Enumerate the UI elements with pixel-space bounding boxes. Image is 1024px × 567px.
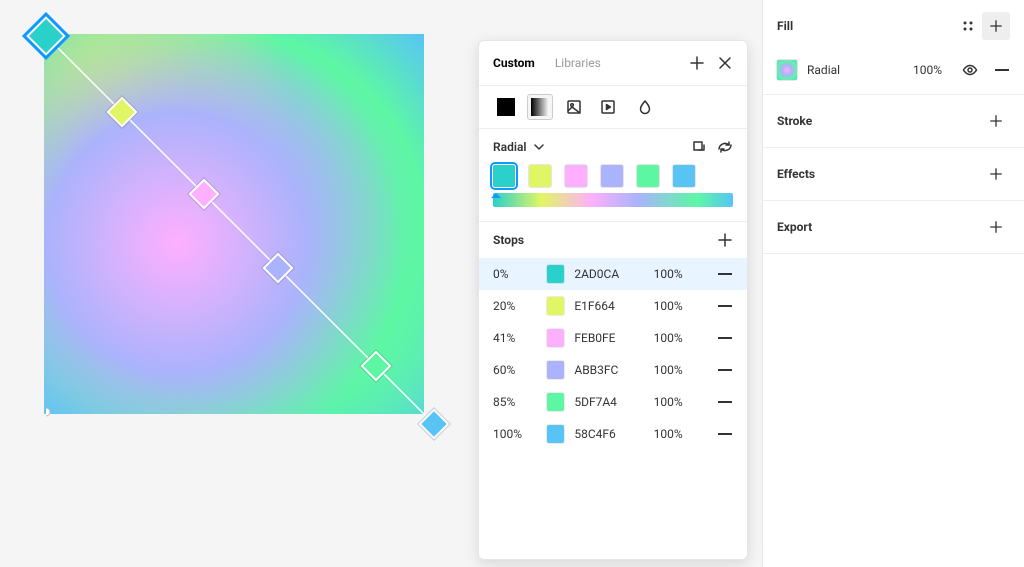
stop-row-2[interactable]: 41% FEB0FE 100% bbox=[479, 322, 747, 354]
color-panel: Custom Libraries Radial Stops bbox=[478, 40, 748, 560]
stop-position[interactable]: 0% bbox=[493, 267, 537, 281]
stop-opacity[interactable]: 100% bbox=[654, 299, 698, 313]
stop-position[interactable]: 85% bbox=[493, 395, 537, 409]
stop-position[interactable]: 100% bbox=[493, 427, 537, 441]
gradient-icon bbox=[531, 98, 549, 116]
swatch-4[interactable] bbox=[637, 165, 659, 187]
canvas[interactable] bbox=[28, 22, 468, 462]
tab-libraries[interactable]: Libraries bbox=[555, 56, 601, 70]
gradient-strip[interactable] bbox=[493, 193, 733, 207]
stop-position[interactable]: 41% bbox=[493, 331, 537, 345]
stop-row-5[interactable]: 100% 58C4F6 100% bbox=[479, 418, 747, 450]
add-export-button[interactable] bbox=[982, 213, 1010, 241]
stop-hex[interactable]: E1F664 bbox=[574, 299, 643, 313]
visibility-icon[interactable] bbox=[962, 62, 978, 78]
add-fill-button[interactable] bbox=[982, 12, 1010, 40]
stop-swatches bbox=[493, 165, 733, 187]
stop-hex[interactable]: ABB3FC bbox=[574, 363, 643, 377]
stop-position[interactable]: 20% bbox=[493, 299, 537, 313]
stops-title: Stops bbox=[493, 233, 524, 247]
stop-color-chip[interactable] bbox=[547, 329, 565, 347]
fill-opacity[interactable]: 100% bbox=[913, 63, 942, 77]
stop-color-chip[interactable] bbox=[547, 265, 565, 283]
remove-stop-button[interactable] bbox=[717, 330, 733, 346]
swatch-5[interactable] bbox=[673, 165, 695, 187]
stop-hex[interactable]: 5DF7A4 bbox=[574, 395, 643, 409]
add-stop-button[interactable] bbox=[717, 232, 733, 248]
video-icon bbox=[600, 99, 616, 115]
stop-opacity[interactable]: 100% bbox=[654, 267, 698, 281]
blend-mode-icon[interactable] bbox=[637, 99, 653, 115]
gradient-type-label: Radial bbox=[493, 140, 527, 154]
style-picker-icon[interactable] bbox=[954, 12, 982, 40]
paint-type-row bbox=[479, 85, 747, 129]
gradient-type-dropdown[interactable]: Radial bbox=[493, 139, 547, 155]
stop-row-3[interactable]: 60% ABB3FC 100% bbox=[479, 354, 747, 386]
gradient-shape[interactable] bbox=[44, 34, 424, 414]
flip-icon[interactable] bbox=[717, 139, 733, 155]
image-icon bbox=[566, 99, 582, 115]
panel-header: Custom Libraries bbox=[479, 41, 747, 85]
fill-row[interactable]: Radial 100% bbox=[763, 52, 1024, 94]
stop-opacity[interactable]: 100% bbox=[654, 427, 698, 441]
chevron-down-icon bbox=[531, 139, 547, 155]
add-stroke-button[interactable] bbox=[982, 107, 1010, 135]
rotate-icon[interactable] bbox=[691, 139, 707, 155]
remove-stop-button[interactable] bbox=[717, 426, 733, 442]
paint-video-button[interactable] bbox=[595, 94, 621, 120]
stop-row-4[interactable]: 85% 5DF7A4 100% bbox=[479, 386, 747, 418]
paint-image-button[interactable] bbox=[561, 94, 587, 120]
fill-title: Fill bbox=[777, 19, 793, 33]
stop-hex[interactable]: 58C4F6 bbox=[574, 427, 643, 441]
stop-row-1[interactable]: 20% E1F664 100% bbox=[479, 290, 747, 322]
paint-gradient-button[interactable] bbox=[527, 94, 553, 120]
solid-icon bbox=[497, 98, 515, 116]
add-effect-button[interactable] bbox=[982, 160, 1010, 188]
stop-color-chip[interactable] bbox=[547, 361, 565, 379]
remove-fill-button[interactable] bbox=[994, 62, 1010, 78]
swatch-1[interactable] bbox=[529, 165, 551, 187]
stop-row-0[interactable]: 0% 2AD0CA 100% bbox=[479, 258, 747, 290]
stop-opacity[interactable]: 100% bbox=[654, 395, 698, 409]
remove-stop-button[interactable] bbox=[717, 362, 733, 378]
plus-icon[interactable] bbox=[689, 55, 705, 71]
stroke-title: Stroke bbox=[777, 114, 812, 128]
stop-color-chip[interactable] bbox=[547, 297, 565, 315]
fill-type-label: Radial bbox=[807, 63, 840, 77]
stop-hex[interactable]: FEB0FE bbox=[574, 331, 643, 345]
paint-solid-button[interactable] bbox=[493, 94, 519, 120]
stop-color-chip[interactable] bbox=[547, 425, 565, 443]
stop-hex[interactable]: 2AD0CA bbox=[574, 267, 643, 281]
effects-title: Effects bbox=[777, 167, 815, 181]
swatch-0[interactable] bbox=[493, 165, 515, 187]
remove-stop-button[interactable] bbox=[717, 266, 733, 282]
tab-custom[interactable]: Custom bbox=[493, 56, 535, 70]
stop-color-chip[interactable] bbox=[547, 393, 565, 411]
swatch-2[interactable] bbox=[565, 165, 587, 187]
right-sidebar: Fill Radial 100% Stroke Effects Export bbox=[762, 0, 1024, 567]
swatch-3[interactable] bbox=[601, 165, 623, 187]
stop-opacity[interactable]: 100% bbox=[654, 331, 698, 345]
close-icon[interactable] bbox=[717, 55, 733, 71]
remove-stop-button[interactable] bbox=[717, 298, 733, 314]
fill-thumbnail[interactable] bbox=[777, 60, 797, 80]
stop-opacity[interactable]: 100% bbox=[654, 363, 698, 377]
export-title: Export bbox=[777, 220, 812, 234]
remove-stop-button[interactable] bbox=[717, 394, 733, 410]
stop-position[interactable]: 60% bbox=[493, 363, 537, 377]
